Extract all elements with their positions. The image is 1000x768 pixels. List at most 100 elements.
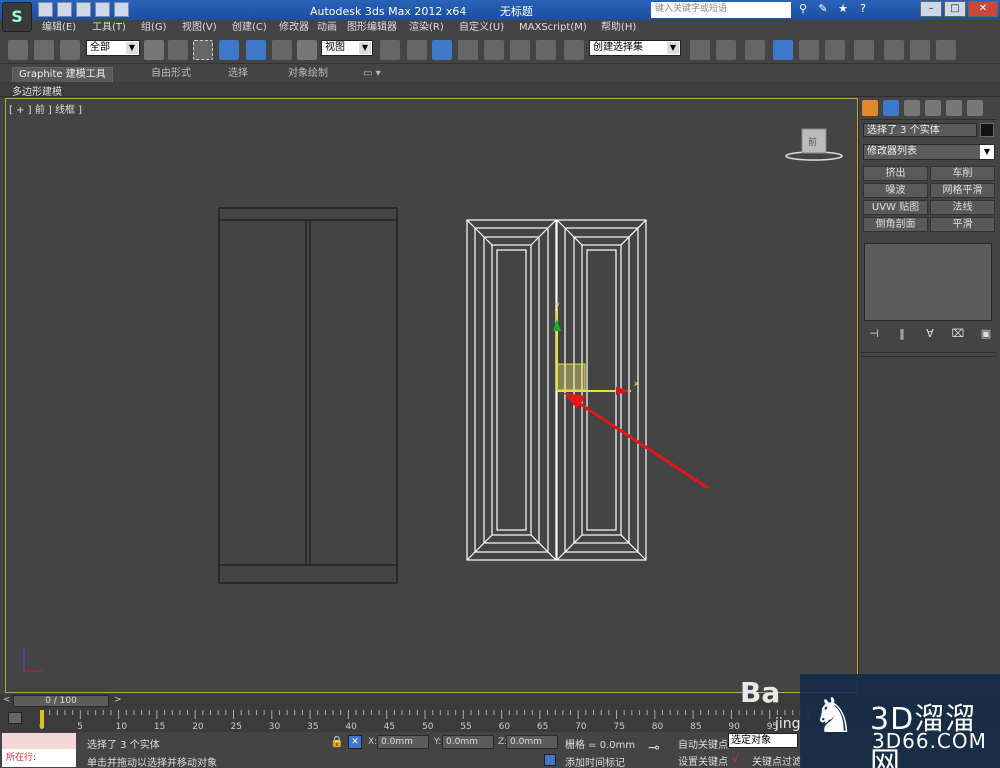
select-rotate-icon[interactable] [272, 40, 292, 60]
menu-graph-editors[interactable]: 图形编辑器 [347, 20, 397, 36]
z-coord-field[interactable]: 0.0mm [506, 735, 558, 749]
display-tab-icon[interactable] [946, 100, 962, 116]
set-key-icon[interactable]: ⊸ [648, 740, 660, 756]
add-time-tag-icon[interactable] [544, 754, 556, 766]
select-object-icon[interactable] [144, 40, 164, 60]
prev-frame-icon[interactable]: < [3, 695, 11, 705]
ribbon-options-icon[interactable]: ▭ ▾ [363, 67, 381, 82]
menu-group[interactable]: 组(G) [141, 20, 167, 36]
extrude-button[interactable]: 挤出 [863, 166, 928, 181]
bevel-profile-button[interactable]: 倒角剖面 [863, 217, 928, 232]
named-selection-set-select[interactable]: 创建选择集 ▼ [589, 40, 681, 56]
redo-icon[interactable] [114, 2, 129, 17]
select-manipulate-icon[interactable] [407, 40, 427, 60]
front-viewport[interactable]: x y 前 [ + ] 前 ] 线框 ] [5, 98, 858, 693]
menu-maxscript[interactable]: MAXScript(M) [519, 20, 587, 36]
maxscript-output[interactable]: 所在行: [2, 750, 76, 766]
search-input[interactable]: 键入关键字或短语 [651, 2, 791, 18]
reference-coord-select[interactable]: 视图 ▼ [321, 40, 373, 56]
select-scale-icon[interactable] [297, 40, 317, 60]
save-file-icon[interactable] [76, 2, 91, 17]
menu-tools[interactable]: 工具(T) [92, 20, 126, 36]
rendered-frame-icon[interactable] [910, 40, 930, 60]
time-slider-thumb[interactable]: 0 / 100 [13, 695, 109, 707]
menu-edit[interactable]: 编辑(E) [42, 20, 76, 36]
menu-views[interactable]: 视图(V) [182, 20, 217, 36]
wrench-icon[interactable]: ✎ [816, 2, 830, 16]
spinner-snap-icon[interactable] [536, 40, 556, 60]
polygon-modeling-panel[interactable]: 多边形建模 [12, 83, 62, 98]
align-icon[interactable] [716, 40, 736, 60]
y-coord-field[interactable]: 0.0mm [442, 735, 494, 749]
link-icon[interactable] [8, 40, 28, 60]
modifier-list-select[interactable]: 修改器列表 ▼ [863, 144, 995, 160]
app-logo-button[interactable]: S [2, 2, 32, 32]
modifier-stack[interactable] [864, 243, 992, 321]
tab-graphite-modeling[interactable]: Graphite 建模工具 [12, 67, 113, 82]
select-move-icon[interactable] [246, 40, 266, 60]
noise-button[interactable]: 噪波 [863, 183, 928, 198]
utilities-tab-icon[interactable] [967, 100, 983, 116]
layer-manager-icon[interactable] [745, 40, 765, 60]
close-button[interactable]: ✕ [968, 1, 998, 17]
tab-object-paint[interactable]: 对象绘制 [288, 67, 328, 82]
rectangle-selection-icon[interactable] [193, 40, 213, 60]
maxscript-listener[interactable]: 所在行: [2, 733, 76, 767]
absolute-mode-icon[interactable]: ✕ [348, 735, 362, 749]
open-file-icon[interactable] [57, 2, 72, 17]
unlink-icon[interactable] [34, 40, 54, 60]
minimize-button[interactable]: – [920, 1, 942, 17]
hierarchy-tab-icon[interactable] [904, 100, 920, 116]
add-time-tag-button[interactable]: 添加时间标记 [565, 754, 625, 768]
key-mode-select[interactable]: 选定对象 [728, 733, 798, 748]
mirror-icon[interactable] [690, 40, 710, 60]
menu-customize[interactable]: 自定义(U) [459, 20, 504, 36]
normal-button[interactable]: 法线 [930, 200, 995, 215]
key-filter-icon[interactable]: √ [732, 752, 739, 765]
maxscript-input[interactable] [2, 733, 76, 749]
graphite-toggle-icon[interactable] [773, 40, 793, 60]
modify-tab-icon[interactable] [883, 100, 899, 116]
window-crossing-icon[interactable] [219, 40, 239, 60]
percent-snap-icon[interactable] [510, 40, 530, 60]
keyboard-shortcut-icon[interactable] [432, 40, 452, 60]
menu-help[interactable]: 帮助(H) [601, 20, 636, 36]
smooth-button[interactable]: 平滑 [930, 217, 995, 232]
snaps-toggle-icon[interactable] [458, 40, 478, 60]
uvw-map-button[interactable]: UVW 贴图 [863, 200, 928, 215]
key-filters-button[interactable]: 关键点过滤 [752, 753, 802, 768]
menu-create[interactable]: 创建(C) [232, 20, 267, 36]
lathe-button[interactable]: 车削 [930, 166, 995, 181]
material-editor-icon[interactable] [854, 40, 874, 60]
set-key-button[interactable]: 设置关键点 [678, 753, 728, 768]
new-file-icon[interactable] [38, 2, 53, 17]
lock-selection-icon[interactable]: 🔒 [330, 735, 344, 748]
curve-editor-icon[interactable] [799, 40, 819, 60]
object-name-field[interactable]: 选择了 3 个实体 [863, 123, 977, 137]
star-icon[interactable]: ★ [836, 2, 850, 16]
maximize-button[interactable]: □ [944, 1, 966, 17]
select-by-name-icon[interactable] [168, 40, 188, 60]
angle-snap-icon[interactable] [484, 40, 504, 60]
pin-stack-icon[interactable]: ⊣ [867, 327, 881, 341]
render-setup-icon[interactable] [884, 40, 904, 60]
tab-selection[interactable]: 选择 [228, 67, 248, 82]
x-coord-field[interactable]: 0.0mm [377, 735, 429, 749]
auto-key-button[interactable]: 自动关键点 [678, 736, 728, 751]
menu-rendering[interactable]: 渲染(R) [409, 20, 444, 36]
menu-animation[interactable]: 动画 [317, 20, 337, 36]
create-tab-icon[interactable] [862, 100, 878, 116]
show-end-result-icon[interactable]: ‖ [895, 327, 909, 341]
next-frame-icon[interactable]: > [114, 695, 122, 705]
viewport-label[interactable]: [ + ] 前 ] 线框 ] [9, 101, 82, 116]
tab-freeform[interactable]: 自由形式 [151, 67, 191, 82]
render-production-icon[interactable] [936, 40, 956, 60]
selection-filter-select[interactable]: 全部 ▼ [86, 40, 140, 56]
pivot-center-icon[interactable] [380, 40, 400, 60]
schematic-view-icon[interactable] [825, 40, 845, 60]
undo-icon[interactable] [95, 2, 110, 17]
configure-sets-icon[interactable]: ▣ [979, 327, 993, 341]
menu-modifiers[interactable]: 修改器 [279, 20, 309, 36]
bind-spacewarp-icon[interactable] [60, 40, 80, 60]
make-unique-icon[interactable]: ∀ [923, 327, 937, 341]
